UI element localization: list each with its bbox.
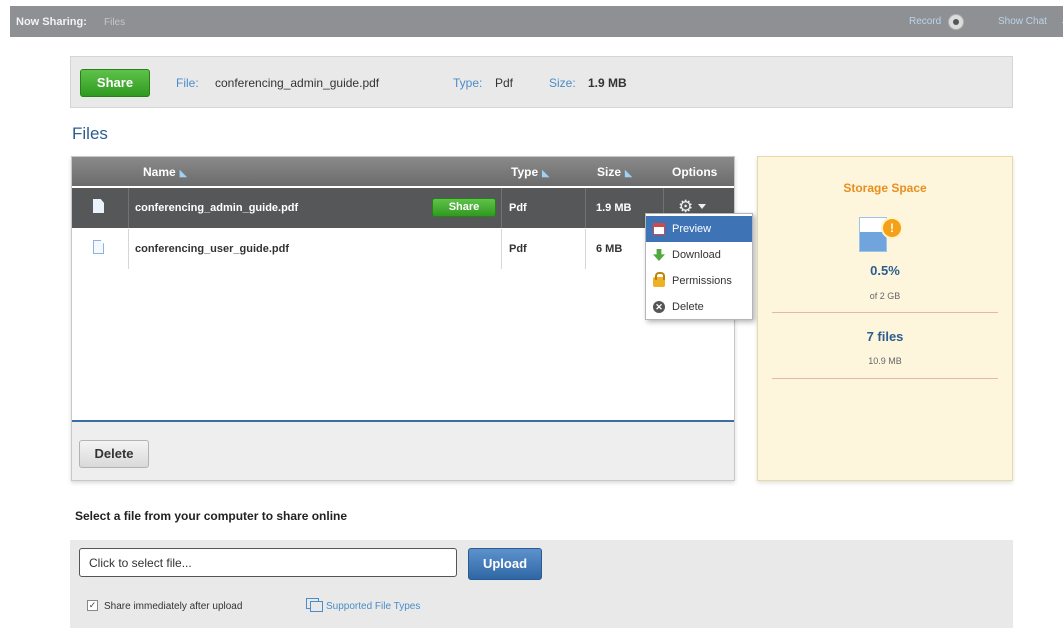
divider (772, 312, 998, 313)
file-size: 1.9 MB (596, 202, 632, 214)
show-chat-button[interactable]: Show Chat (998, 16, 1047, 27)
file-select-input[interactable] (79, 548, 457, 577)
share-button[interactable]: Share (80, 69, 150, 97)
type-label: Type: (453, 76, 483, 90)
column-header-type[interactable]: Type ◣ (511, 165, 549, 179)
menu-item-label: Permissions (672, 275, 732, 287)
storage-files-count: 7 files (866, 329, 904, 344)
external-link-icon[interactable] (306, 598, 323, 612)
menu-item-preview[interactable]: Preview (646, 216, 752, 242)
menu-item-label: Download (672, 249, 721, 261)
files-heading: Files (72, 124, 108, 143)
type-value: Pdf (495, 76, 514, 90)
upload-box: Upload ✓ Share immediately after upload … (70, 540, 1013, 628)
table-row[interactable]: conferencing_user_guide.pdf Pdf 6 MB (72, 229, 734, 269)
lock-icon (653, 272, 665, 287)
share-immediately-label: Share immediately after upload (104, 601, 243, 612)
storage-files-size: 10.9 MB (868, 356, 902, 366)
menu-item-permissions[interactable]: Permissions (646, 268, 752, 294)
warning-icon: ! (881, 217, 903, 239)
options-menu: Preview Download Permissions ✕ Delete (645, 213, 753, 320)
table-header: Name ◣ Type ◣ Size ◣ Options (72, 157, 734, 186)
table-row[interactable]: conferencing_admin_guide.pdf Share Pdf 1… (72, 188, 734, 228)
storage-percent: 0.5% (870, 263, 900, 278)
now-sharing-label: Now Sharing: (16, 16, 87, 28)
record-button[interactable]: Record (909, 16, 941, 27)
divider (772, 378, 998, 379)
column-header-size[interactable]: Size ◣ (597, 165, 632, 179)
row-share-button[interactable]: Share (432, 198, 496, 217)
storage-panel: Storage Space ! 0.5% of 2 GB 7 files 10.… (757, 156, 1013, 481)
size-label: Size: (549, 76, 576, 90)
file-icon (93, 240, 104, 254)
sharing-bar: Share File: conferencing_admin_guide.pdf… (70, 56, 1013, 108)
files-footer: Delete (72, 422, 734, 480)
record-icon[interactable] (948, 14, 964, 30)
file-icon (93, 199, 104, 213)
sort-icon[interactable]: ◣ (180, 168, 187, 178)
file-value: conferencing_admin_guide.pdf (215, 76, 380, 90)
file-size: 6 MB (596, 243, 623, 255)
storage-quota: of 2 GB (869, 291, 901, 301)
upload-button[interactable]: Upload (468, 548, 542, 580)
column-type-label: Type (511, 165, 539, 179)
file-type: Pdf (509, 202, 527, 214)
top-bar: Now Sharing: Files Record Show Chat ◀ (10, 6, 1063, 37)
preview-icon (653, 223, 665, 235)
download-icon (653, 249, 665, 261)
now-sharing-value: Files (104, 17, 126, 28)
menu-item-label: Preview (672, 223, 712, 235)
storage-title: Storage Space (843, 181, 927, 195)
menu-item-download[interactable]: Download (646, 242, 752, 268)
sort-icon[interactable]: ◣ (542, 168, 549, 178)
column-header-name[interactable]: Name ◣ (143, 165, 187, 179)
chevron-down-icon[interactable] (698, 204, 706, 209)
files-panel: Name ◣ Type ◣ Size ◣ Options conferencing_a… (71, 156, 735, 481)
menu-item-delete[interactable]: ✕ Delete (646, 294, 752, 320)
file-name: conferencing_user_guide.pdf (135, 243, 290, 255)
file-name: conferencing_admin_guide.pdf (135, 202, 299, 214)
column-size-label: Size (597, 165, 622, 179)
file-label: File: (176, 76, 199, 90)
share-immediately-checkbox[interactable]: ✓ (87, 600, 98, 611)
delete-icon: ✕ (653, 301, 665, 313)
supported-file-types-link[interactable]: Supported File Types (326, 601, 420, 612)
file-type: Pdf (509, 243, 527, 255)
delete-button[interactable]: Delete (79, 440, 149, 468)
column-name-label: Name (143, 165, 176, 179)
column-header-options: Options (672, 165, 718, 179)
upload-heading: Select a file from your computer to shar… (75, 509, 348, 523)
sort-icon[interactable]: ◣ (625, 168, 632, 178)
menu-item-label: Delete (672, 301, 704, 313)
size-value: 1.9 MB (588, 76, 627, 90)
